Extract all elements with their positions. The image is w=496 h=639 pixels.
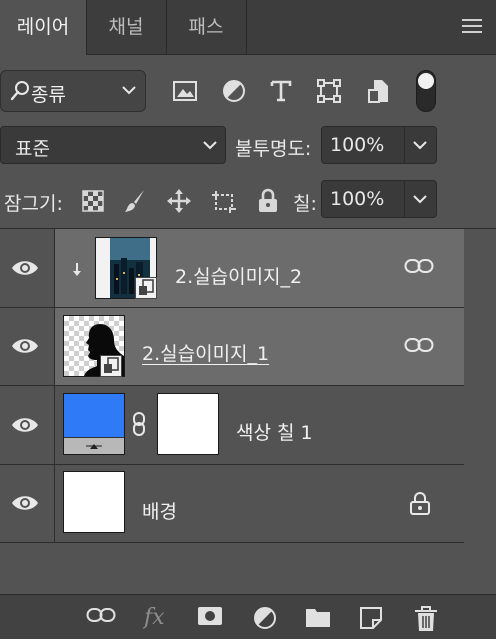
layer-list-scroll-area[interactable]: [464, 229, 496, 594]
layer-mask-thumbnail[interactable]: [157, 393, 219, 455]
blend-row: 표준 불투명도: 100%: [0, 126, 496, 166]
lock-position-move-icon[interactable]: [166, 188, 192, 214]
mask-link-chain-icon[interactable]: [131, 412, 149, 436]
smart-object-icon: [104, 357, 119, 373]
layer-row[interactable]: 2.실습이미지_1: [0, 308, 464, 386]
fill-label: 칠:: [293, 193, 317, 215]
lock-image-pixels-brush-icon[interactable]: [122, 188, 148, 214]
svg-text:fx: fx: [142, 605, 165, 629]
link-icon[interactable]: [404, 337, 434, 353]
layer-name[interactable]: 배경: [142, 497, 177, 524]
fill-color-thumbnail[interactable]: [63, 393, 125, 455]
tab-channels[interactable]: 채널: [86, 0, 166, 54]
tab-divider: [246, 0, 247, 54]
lock-all-icon[interactable]: [255, 188, 281, 214]
eye-icon[interactable]: [10, 257, 40, 279]
new-layer-icon[interactable]: [358, 605, 384, 631]
eye-icon[interactable]: [10, 414, 40, 436]
opacity-label: 불투명도:: [235, 138, 312, 160]
fill-dropdown-button[interactable]: [405, 180, 437, 218]
fx-layer-style-icon[interactable]: fx: [142, 603, 170, 629]
panel-menu-icon[interactable]: [462, 19, 482, 33]
blend-mode-value: 표준: [15, 138, 50, 160]
chevron-down-icon: [203, 141, 217, 150]
layer-filter-row: 종류: [0, 70, 496, 114]
blend-mode-select[interactable]: 표준: [0, 126, 226, 164]
lock-artboard-icon[interactable]: [211, 188, 237, 214]
chevron-down-icon: [413, 195, 427, 204]
new-group-folder-icon[interactable]: [304, 605, 332, 629]
smart-object-icon: [139, 279, 154, 295]
add-mask-icon[interactable]: [196, 605, 224, 627]
smart-object-badge: [135, 277, 157, 299]
opacity-input[interactable]: 100%: [321, 126, 405, 164]
lock-row: 잠그기: 칠: 100%: [0, 180, 496, 220]
clipping-mask-arrow-icon: [73, 263, 81, 276]
layer-row[interactable]: 배경: [0, 465, 464, 543]
triangle-marker-icon: [86, 444, 102, 449]
chevron-down-icon: [122, 86, 136, 95]
delete-layer-trash-icon[interactable]: [413, 605, 439, 633]
opacity-dropdown-button[interactable]: [405, 126, 437, 164]
eye-icon[interactable]: [10, 335, 40, 357]
filter-toggle[interactable]: [416, 70, 436, 112]
new-adjustment-layer-icon[interactable]: [252, 605, 278, 631]
lock-label: 잠그기:: [4, 193, 63, 215]
layers-bottom-toolbar: fx: [0, 594, 496, 639]
eye-icon[interactable]: [10, 492, 40, 514]
layer-thumbnail[interactable]: [63, 471, 125, 533]
search-icon: [10, 81, 29, 101]
layer-name[interactable]: 2.실습이미지_1: [142, 339, 269, 366]
smart-object-badge: [100, 355, 122, 377]
filter-kind-select[interactable]: 종류: [0, 70, 146, 112]
type-layer-filter-icon[interactable]: [268, 78, 294, 104]
layer-row[interactable]: 색상 칠 1: [0, 386, 464, 465]
tab-paths[interactable]: 패스: [166, 0, 246, 54]
layer-name[interactable]: 2.실습이미지_2: [175, 262, 302, 289]
lock-transparent-pixels-icon[interactable]: [80, 188, 106, 214]
fill-thumbnail-footer: [64, 437, 124, 454]
lock-icon[interactable]: [409, 491, 431, 515]
layer-name[interactable]: 색상 칠 1: [236, 418, 313, 445]
chevron-down-icon: [413, 141, 427, 150]
link-icon[interactable]: [404, 258, 434, 274]
pixel-layer-filter-icon[interactable]: [172, 78, 198, 104]
smart-object-filter-icon[interactable]: [366, 78, 392, 104]
panel-tab-bar: 레이어 채널 패스: [0, 0, 496, 55]
link-layers-icon[interactable]: [86, 605, 116, 625]
tab-layers[interactable]: 레이어: [0, 0, 86, 55]
filter-kind-label: 종류: [31, 84, 66, 106]
adjustment-layer-filter-icon[interactable]: [221, 78, 247, 104]
layer-row[interactable]: 2.실습이미지_2: [0, 229, 464, 308]
toggle-knob: [418, 73, 434, 89]
fill-input[interactable]: 100%: [321, 180, 405, 218]
shape-layer-filter-icon[interactable]: [316, 78, 342, 104]
